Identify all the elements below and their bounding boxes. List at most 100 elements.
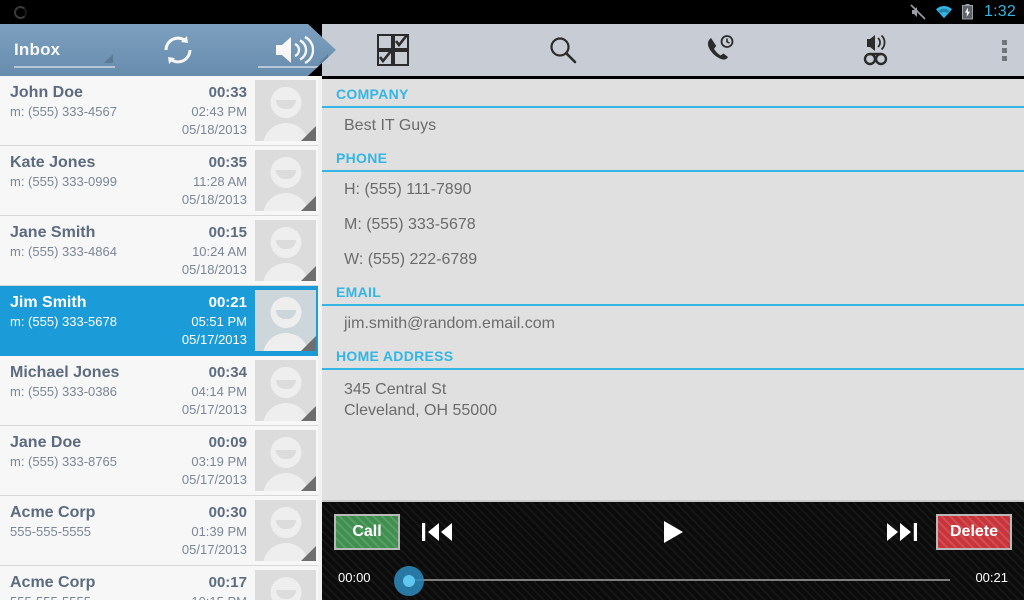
total-time: 00:21 (975, 570, 1008, 585)
status-icons: 1:32 (910, 3, 1024, 21)
playback-controls: Call Delete (322, 502, 1024, 560)
delete-button[interactable]: Delete (936, 514, 1012, 550)
list-item-texts: Jim Smith m: (555) 333-5678 00:21 05:51 PM 0… (0, 286, 255, 355)
list-item-time: 11:28 AM (193, 174, 247, 189)
list-item[interactable]: Jim Smith m: (555) 333-5678 00:21 05:51 PM 0… (0, 286, 318, 356)
search-button[interactable] (504, 24, 622, 76)
list-item-texts: Kate Jones m: (555) 333-0999 00:35 11:28 AM… (0, 146, 255, 215)
list-item[interactable]: John Doe m: (555) 333-4567 00:33 02:43 PM 05… (0, 76, 318, 146)
avatar (255, 150, 316, 211)
list-item-texts: Jane Doe m: (555) 333-8765 00:09 03:19 PM 05… (0, 426, 255, 495)
skip-previous-button[interactable] (416, 516, 460, 548)
detail-section-value[interactable]: jim.smith@random.email.com (322, 306, 1024, 341)
skip-next-icon (887, 523, 917, 541)
detail-section-label: PHONE (322, 143, 1024, 172)
list-item[interactable]: Kate Jones m: (555) 333-0999 00:35 11:28 AM… (0, 146, 318, 216)
battery-charging-icon (962, 4, 974, 20)
list-item-date: 05/18/2013 (181, 192, 247, 207)
call-history-icon (707, 35, 733, 60)
list-item-date: 05/17/2013 (181, 472, 247, 487)
avatar-corner-flag-icon (301, 266, 316, 281)
skip-previous-icon (422, 523, 452, 541)
seek-bar[interactable]: 00:00 00:21 (322, 560, 1024, 600)
list-item-duration: 00:21 (208, 294, 247, 311)
avatar-corner-flag-icon (301, 406, 316, 421)
list-item-date: 05/18/2013 (181, 262, 247, 277)
overflow-menu-icon (1001, 39, 1007, 45)
detail-section-label: COMPANY (322, 79, 1024, 108)
list-item-date: 05/17/2013 (181, 542, 247, 557)
list-item-texts: Acme Corp 555-555-5555 00:30 01:39 PM 05/17/… (0, 496, 255, 565)
avatar-corner-flag-icon (301, 476, 316, 491)
skip-next-button[interactable] (880, 516, 924, 548)
chevron-down-icon (103, 54, 113, 63)
avatar-corner-flag-icon (301, 196, 316, 211)
list-item-date: 05/17/2013 (181, 402, 247, 417)
detail-section-value[interactable]: 345 Central St Cleveland, OH 55000 (322, 370, 1024, 428)
avatar-corner-flag-icon (301, 546, 316, 561)
sync-circle-icon (13, 5, 27, 19)
play-button[interactable] (651, 516, 695, 548)
avatar (255, 570, 316, 600)
list-item-date: 05/18/2013 (181, 122, 247, 137)
call-button[interactable]: Call (334, 514, 400, 550)
voicemail-icon (863, 34, 887, 66)
list-item-time: 02:43 PM (191, 104, 247, 119)
seek-thumb[interactable] (403, 575, 415, 587)
list-item-duration: 00:34 (208, 364, 247, 381)
elapsed-time: 00:00 (338, 570, 371, 585)
main-toolbar (322, 24, 1024, 76)
overflow-menu-button[interactable] (985, 24, 1024, 76)
list-item-texts: Jane Smith m: (555) 333-4864 00:15 10:24 AM… (0, 216, 255, 285)
select-all-button[interactable] (344, 24, 442, 76)
list-item[interactable]: Jane Smith m: (555) 333-4864 00:15 10:24 AM… (0, 216, 318, 286)
list-item-meta: 00:09 03:19 PM 05/17/2013 (182, 433, 247, 489)
detail-section-value[interactable]: M: (555) 333-5678 (322, 207, 1024, 242)
avatar (255, 500, 316, 561)
seek-track[interactable] (404, 579, 950, 581)
wifi-icon (936, 5, 953, 19)
list-item-time: 05:51 PM (191, 314, 247, 329)
list-item-time: 04:14 PM (191, 384, 247, 399)
refresh-icon (164, 36, 192, 64)
voicemail-app-window: 1:32 Inbox John Doe m: (555) 333-4567 00… (0, 0, 1024, 600)
list-item[interactable]: Acme Corp 555-555-5555 00:30 01:39 PM 05/17/… (0, 496, 318, 566)
contact-detail-pane: COMPANY Best IT Guys PHONE H: (555) 111-789… (322, 79, 1024, 500)
mailbox-spinner-label: Inbox (14, 40, 61, 59)
status-clock: 1:32 (984, 3, 1016, 20)
list-item-duration: 00:33 (208, 84, 247, 101)
list-item-texts: Acme Corp555-555-555500:1710:15 PM05/16/… (0, 566, 255, 600)
play-icon (664, 521, 683, 543)
list-item-meta: 00:21 05:51 PM 05/17/2013 (182, 293, 247, 349)
list-item[interactable]: Acme Corp555-555-555500:1710:15 PM05/16/… (0, 566, 318, 600)
list-item-duration: 00:17 (208, 574, 247, 591)
detail-section-label: HOME ADDRESS (322, 341, 1024, 370)
playback-bar: Call Delete 00:00 00:21 (322, 500, 1024, 600)
voicemail-list[interactable]: John Doe m: (555) 333-4567 00:33 02:43 PM 05… (0, 76, 318, 600)
detail-section-value[interactable]: Best IT Guys (322, 108, 1024, 143)
status-left (0, 5, 40, 19)
voicemail-button[interactable] (817, 24, 935, 76)
list-header: Inbox (0, 24, 336, 76)
refresh-button[interactable] (137, 24, 221, 76)
list-item[interactable]: Michael Jones m: (555) 333-0386 00:34 04:14… (0, 356, 318, 426)
detail-section-value[interactable]: W: (555) 222-6789 (322, 242, 1024, 277)
speaker-on-icon (276, 35, 315, 65)
list-item[interactable]: Jane Doe m: (555) 333-8765 00:09 03:19 PM 05… (0, 426, 318, 496)
overflow-menu-icon-dot2 (1001, 47, 1007, 53)
status-bar: 1:32 (0, 0, 1024, 24)
spinner-underline (14, 66, 115, 68)
call-history-button[interactable] (660, 24, 778, 76)
list-item-time: 01:39 PM (191, 524, 247, 539)
list-item-meta: 00:34 04:14 PM 05/17/2013 (182, 363, 247, 419)
detail-section-value[interactable]: H: (555) 111-7890 (322, 172, 1024, 207)
avatar-corner-flag-icon (301, 126, 316, 141)
mailbox-spinner[interactable]: Inbox (14, 30, 115, 70)
avatar (255, 290, 316, 351)
list-item-meta: 00:15 10:24 AM 05/18/2013 (182, 223, 247, 279)
list-item-time: 10:15 PM (182, 593, 247, 600)
list-item-meta: 00:1710:15 PM05/16/2013 (182, 573, 247, 600)
speaker-underline (258, 66, 330, 68)
avatar (255, 80, 316, 141)
avatar (255, 360, 316, 421)
